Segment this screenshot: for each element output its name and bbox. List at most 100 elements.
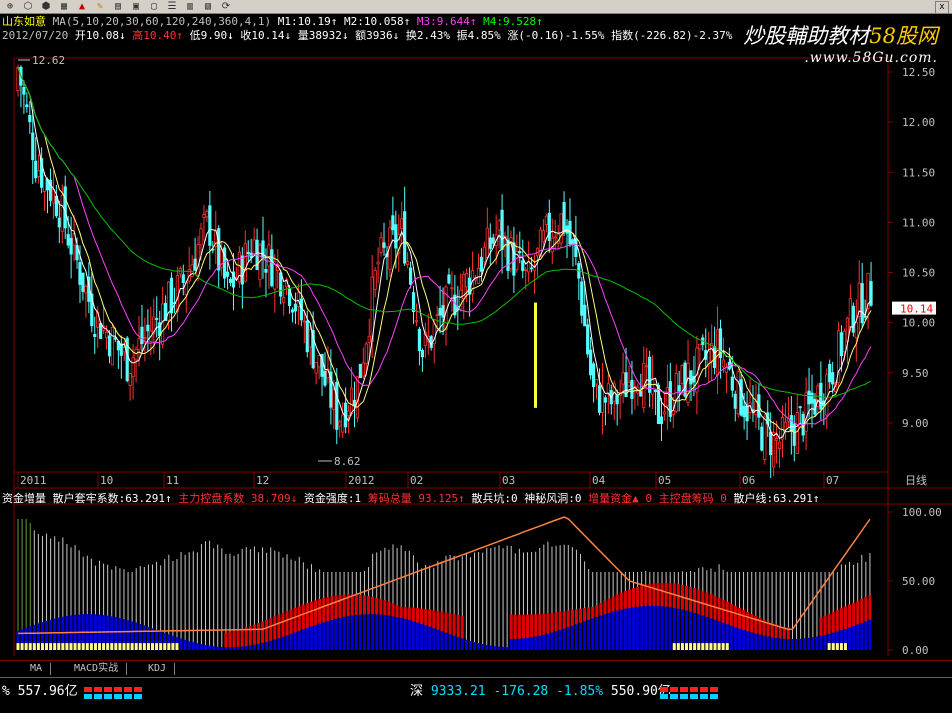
candle-body-225 xyxy=(680,365,684,384)
ind-blue-bar-72 xyxy=(309,626,313,650)
ind-red-bar-124 xyxy=(521,614,525,639)
window-icon[interactable]: ▢ xyxy=(148,1,160,13)
candle-body-213 xyxy=(645,365,649,368)
ind-red-bar-197 xyxy=(819,617,823,636)
candle-body-18 xyxy=(69,237,73,255)
candle-body-256 xyxy=(772,432,776,468)
candle-body-62 xyxy=(199,228,203,246)
ind-yellow-bar-14 xyxy=(73,643,77,650)
ind-red-bar-152 xyxy=(636,586,640,607)
ind-blue-bar-181 xyxy=(754,633,758,650)
ind-yellow-bar-164 xyxy=(684,643,688,650)
ind-blue-bar-69 xyxy=(297,630,301,650)
ind-blue-bar-190 xyxy=(790,638,794,650)
ind-blue-bar-73 xyxy=(314,624,318,650)
ind-red-bar-68 xyxy=(293,607,297,633)
candle-body-143 xyxy=(438,308,442,316)
candle-body-98 xyxy=(305,320,309,353)
ind-red-bar-65 xyxy=(281,612,285,637)
ind-yellow-bar-13 xyxy=(69,643,73,650)
candle-body-84 xyxy=(264,268,268,273)
ind-blue-bar-78 xyxy=(334,618,338,650)
candle-body-239 xyxy=(721,359,726,368)
indicator-label-4: 筹码总量 93.125↑ xyxy=(367,492,472,505)
settings-icon[interactable]: ▣ xyxy=(130,1,142,13)
ind-yellow-bar-0 xyxy=(16,643,20,650)
ind-red-bar-204 xyxy=(848,604,852,628)
ind-red-bar-143 xyxy=(599,602,603,616)
candle-body-23 xyxy=(84,285,88,294)
ind-red-bar-201 xyxy=(835,610,839,632)
ind-blue-bar-143 xyxy=(599,615,603,650)
table-icon[interactable]: ▥ xyxy=(184,1,196,13)
ind-blue-bar-195 xyxy=(811,637,815,650)
chart-icon[interactable]: ▤ xyxy=(112,1,124,13)
candle-body-226 xyxy=(683,362,687,397)
ind-red-bar-179 xyxy=(746,612,750,632)
candle-body-65 xyxy=(208,205,212,246)
change-value: 涨(-0.16)-1.55% xyxy=(507,29,605,42)
candle-body-13 xyxy=(54,195,58,217)
ind-yellow-bar-165 xyxy=(689,643,693,650)
ind-red-bar-96 xyxy=(407,607,411,621)
candle-body-282 xyxy=(848,298,852,328)
watermark-url: .www.58Gu.com. xyxy=(804,50,938,66)
ind-red-bar-71 xyxy=(305,603,309,628)
indicator-label-6: 神秘风洞:0 xyxy=(524,492,589,505)
chart-area[interactable]: 12.50 12.00 11.50 11.00 10.50 10.00 9.50 9.00 12… xyxy=(0,14,952,660)
ind-blue-bar-126 xyxy=(530,637,534,650)
tab-macd[interactable]: MACD实战 xyxy=(66,663,128,675)
ind-red-bar-149 xyxy=(623,590,627,609)
ind-red-bar-91 xyxy=(387,601,391,616)
grid-icon[interactable]: ▦ xyxy=(58,1,70,13)
tab-kdj[interactable]: KDJ xyxy=(140,663,176,675)
ind-red-bar-154 xyxy=(644,584,648,606)
current-price-label: 10.14 xyxy=(900,303,933,316)
ind-blue-bar-148 xyxy=(619,609,623,650)
zoom-icon[interactable]: ⊕ xyxy=(4,1,16,13)
candle-body-93 xyxy=(290,309,295,313)
ma-m2: M2:10.058↑ xyxy=(344,15,411,28)
candle-body-179 xyxy=(544,215,548,225)
candlestick-chart[interactable]: 12.50 12.00 11.50 11.00 10.50 10.00 9.50 9.00 12… xyxy=(0,14,952,660)
ind-blue-bar-177 xyxy=(737,628,741,650)
tab-ma[interactable]: MA xyxy=(22,663,52,675)
refresh-icon[interactable]: ⟳ xyxy=(220,1,232,13)
ind-blue-bar-96 xyxy=(407,620,411,650)
candle-body-286 xyxy=(860,283,864,324)
ind-blue-bar-108 xyxy=(456,637,460,650)
ind-tick-label-1: 50.00 xyxy=(902,575,935,588)
ind-yellow-bar-172 xyxy=(717,643,721,650)
amount-value: 额3936↓ xyxy=(355,29,400,42)
bell-icon[interactable]: ▲ xyxy=(76,1,88,13)
ind-red-bar-74 xyxy=(318,599,322,624)
candle-body-64 xyxy=(205,210,209,218)
ind-blue-bar-41 xyxy=(183,639,187,650)
ind-red-bar-146 xyxy=(611,596,615,612)
ind-blue-bar-90 xyxy=(383,615,387,650)
ind-blue-bar-198 xyxy=(823,634,827,650)
pencil-icon[interactable]: ✎ xyxy=(94,1,106,13)
ind-blue-bar-62 xyxy=(269,640,273,650)
ind-red-bar-101 xyxy=(428,609,432,627)
shield-icon[interactable]: ⬢ xyxy=(40,1,52,13)
candle-body-68 xyxy=(217,228,221,271)
export-icon[interactable]: ▧ xyxy=(202,1,214,13)
ind-blue-bar-45 xyxy=(199,644,203,650)
candle-body-127 xyxy=(391,215,395,231)
ind-red-bar-145 xyxy=(607,598,611,613)
candle-body-72 xyxy=(228,278,233,283)
cube-icon[interactable]: ⬡ xyxy=(22,1,34,13)
candle-body-40 xyxy=(134,348,138,361)
ind-blue-bar-140 xyxy=(587,619,591,650)
candle-body-135 xyxy=(414,320,419,323)
candle-body-15 xyxy=(60,194,64,232)
ma-m4: M4:9.528↑ xyxy=(483,15,543,28)
close-button[interactable]: x xyxy=(935,1,949,14)
candle-body-265 xyxy=(798,406,802,409)
ind-yellow-bar-1 xyxy=(20,643,24,650)
candle-body-9 xyxy=(42,175,47,192)
candle-body-107 xyxy=(332,389,336,410)
list-icon[interactable]: ☰ xyxy=(166,1,178,13)
ind-red-bar-104 xyxy=(440,611,444,632)
